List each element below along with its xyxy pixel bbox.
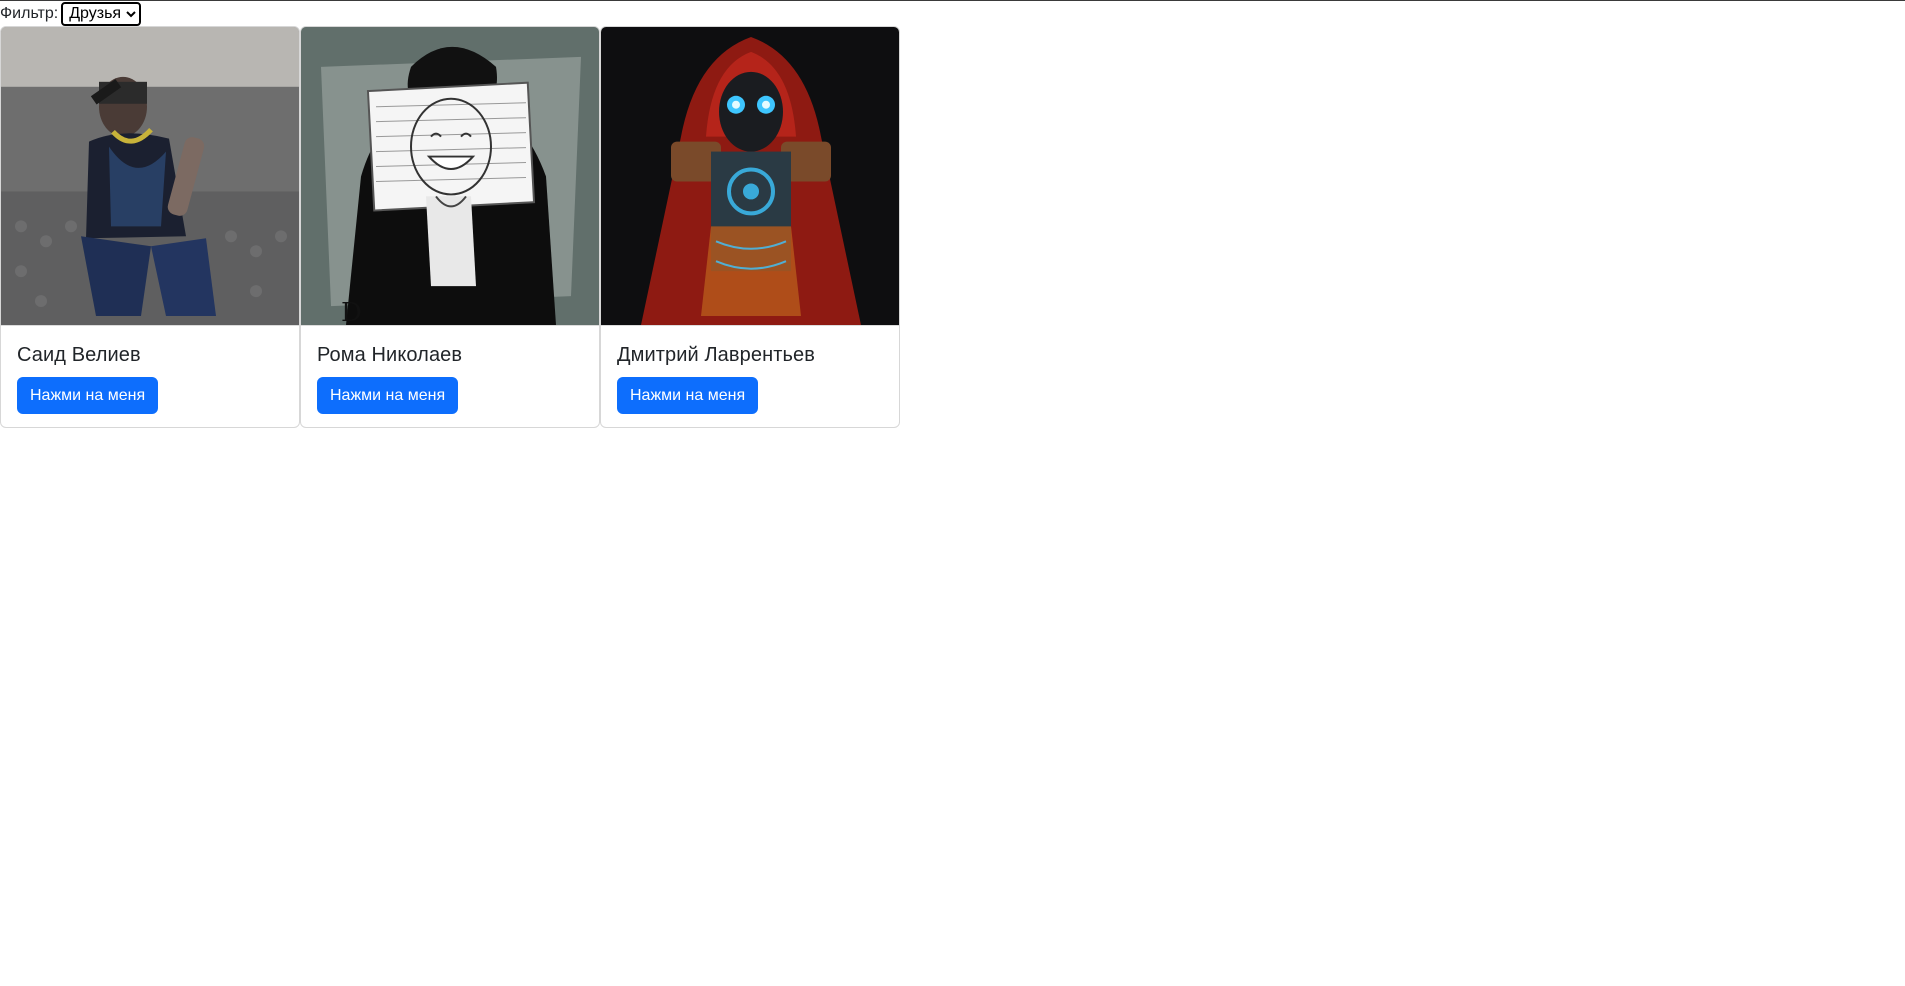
filter-label: Фильтр: <box>0 4 59 22</box>
user-name: Рома Николаев <box>317 344 463 366</box>
photo-person-sofa-icon <box>1 27 299 325</box>
user-photo <box>1 27 299 326</box>
user-photo: D <box>301 27 599 326</box>
card-body: Дмитрий Лаврентьев Нажми на меня <box>601 326 899 415</box>
press-me-button[interactable]: Нажми на меня <box>617 377 759 415</box>
user-name: Дмитрий Лаврентьев <box>617 344 815 366</box>
filter-select[interactable]: Друзья <box>61 1 142 26</box>
user-card: Саид Велиев Нажми на меня <box>0 26 300 428</box>
card-body: Саид Велиев Нажми на меня <box>1 326 299 415</box>
drawing-mask-face-icon: D <box>301 27 599 325</box>
red-hooded-robot-art-icon <box>601 27 899 325</box>
press-me-button[interactable]: Нажми на меня <box>17 377 159 415</box>
card-body: Рома Николаев Нажми на меня <box>301 326 599 415</box>
filter-row: Фильтр: Друзья <box>0 1 1905 26</box>
user-card: D Рома Николаев Нажми на меня <box>300 26 600 428</box>
press-me-button[interactable]: Нажми на меня <box>317 377 459 415</box>
card-list: Саид Велиев Нажми на меня D Рома Николае… <box>0 26 1905 428</box>
user-name: Саид Велиев <box>17 344 141 366</box>
user-card: Дмитрий Лаврентьев Нажми на меня <box>600 26 900 428</box>
user-photo <box>601 27 899 326</box>
svg-text:D: D <box>341 298 362 325</box>
